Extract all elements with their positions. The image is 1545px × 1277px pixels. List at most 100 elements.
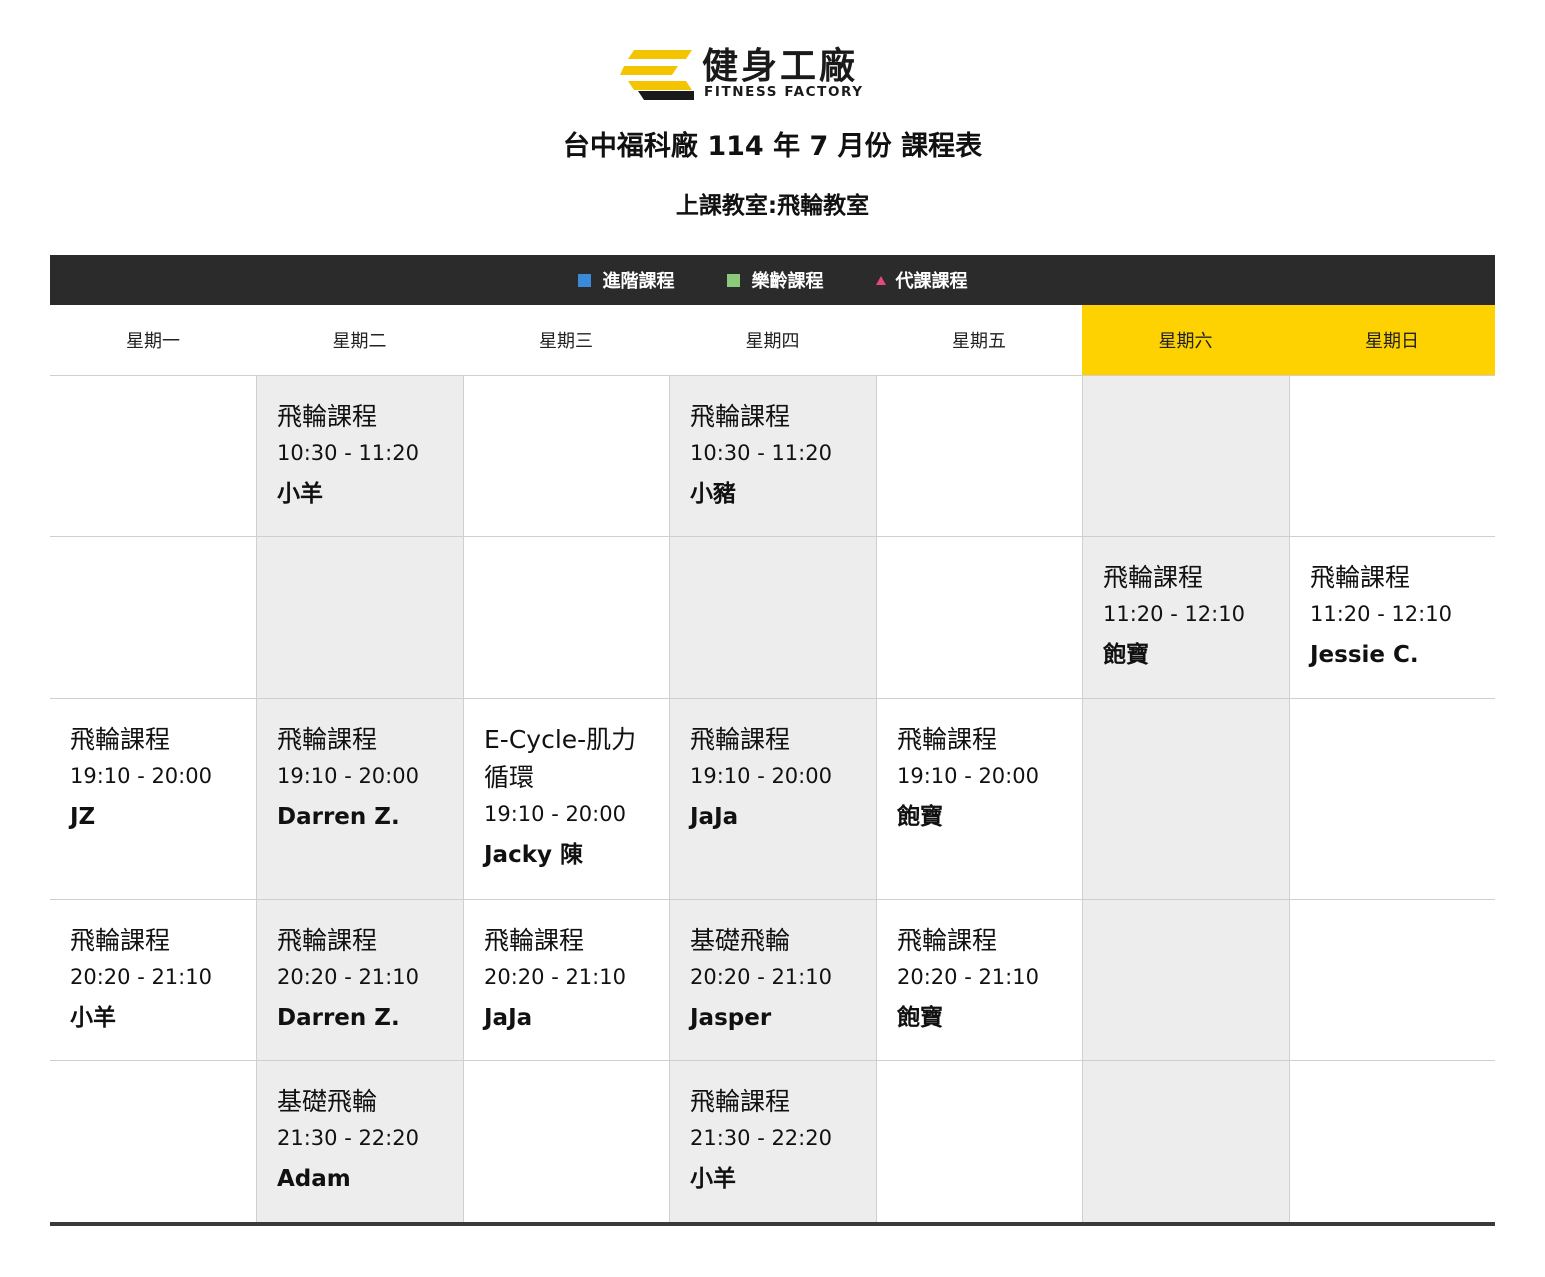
empty-slot <box>669 537 876 698</box>
class-slot[interactable]: 飛輪課程 19:10 - 20:00 飽寶 <box>876 699 1082 899</box>
day-header-4: 星期四 <box>745 331 800 352</box>
pink-triangle-icon <box>875 275 886 285</box>
class-time: 20:20 - 21:10 <box>70 965 212 989</box>
class-time: 11:20 - 12:10 <box>1310 602 1452 626</box>
class-teacher: JZ <box>70 804 96 830</box>
class-time: 11:20 - 12:10 <box>1103 602 1245 626</box>
class-slot[interactable]: 飛輪課程 19:10 - 20:00 JZ <box>50 699 256 899</box>
empty-slot <box>1289 1061 1495 1222</box>
class-name: 飛輪課程 <box>277 402 378 431</box>
class-time: 20:20 - 21:10 <box>484 965 626 989</box>
class-slot[interactable]: 飛輪課程 10:30 - 11:20 小豬 <box>669 376 876 536</box>
legend-substitute: 代課課程 <box>875 267 968 293</box>
class-teacher: 小豬 <box>690 481 736 507</box>
empty-slot <box>876 1061 1082 1222</box>
class-time: 10:30 - 11:20 <box>690 441 832 465</box>
class-slot[interactable]: 飛輪課程 20:20 - 21:10 Darren Z. <box>256 900 463 1060</box>
empty-slot <box>1289 376 1495 536</box>
brand-logo: 健身工廠 FITNESS FACTORY <box>620 46 930 106</box>
brand-name-en: FITNESS FACTORY <box>704 84 864 100</box>
class-time: 21:30 - 22:20 <box>690 1126 832 1150</box>
empty-slot <box>463 1061 669 1222</box>
empty-slot <box>463 376 669 536</box>
fitness-factory-logo-icon <box>620 50 694 100</box>
schedule-row: 飛輪課程 11:20 - 12:10 飽寶 飛輪課程 11:20 - 12:10 Jess… <box>50 537 1495 699</box>
class-time: 19:10 - 20:00 <box>70 764 212 788</box>
class-time: 19:10 - 20:00 <box>277 764 419 788</box>
class-slot[interactable]: 飛輪課程 11:20 - 12:10 Jessie C. <box>1289 537 1495 698</box>
class-name: 飛輪課程 <box>897 926 998 955</box>
class-name: E-Cycle-肌力循環 <box>484 725 637 792</box>
class-slot[interactable]: 飛輪課程 21:30 - 22:20 小羊 <box>669 1061 876 1222</box>
class-slot[interactable]: 飛輪課程 20:20 - 21:10 JaJa <box>463 900 669 1060</box>
schedule-row: 基礎飛輪 21:30 - 22:20 Adam 飛輪課程 21:30 - 22:20 小羊 <box>50 1061 1495 1222</box>
class-name: 飛輪課程 <box>690 402 791 431</box>
schedule-row: 飛輪課程 20:20 - 21:10 小羊 飛輪課程 20:20 - 21:10 Darr… <box>50 900 1495 1061</box>
empty-slot <box>1082 699 1289 899</box>
day-header-1: 星期一 <box>126 331 180 352</box>
class-slot[interactable]: 飛輪課程 20:20 - 21:10 飽寶 <box>876 900 1082 1060</box>
class-slot[interactable]: 基礎飛輪 20:20 - 21:10 Jasper <box>669 900 876 1060</box>
schedule-grid: 飛輪課程 10:30 - 11:20 小羊 飛輪課程 10:30 - 11:20 小豬 飛輪… <box>50 376 1495 1226</box>
class-teacher: Jessie C. <box>1310 642 1419 668</box>
class-name: 飛輪課程 <box>484 926 585 955</box>
empty-slot <box>1289 699 1495 899</box>
class-teacher: 飽寶 <box>897 804 943 830</box>
class-slot[interactable]: E-Cycle-肌力循環 19:10 - 20:00 Jacky 陳 <box>463 699 669 899</box>
class-time: 21:30 - 22:20 <box>277 1126 419 1150</box>
class-name: 飛輪課程 <box>1310 563 1411 592</box>
class-slot[interactable]: 飛輪課程 10:30 - 11:20 小羊 <box>256 376 463 536</box>
class-time: 20:20 - 21:10 <box>277 965 419 989</box>
class-time: 20:20 - 21:10 <box>897 965 1039 989</box>
class-teacher: Jacky 陳 <box>484 842 584 868</box>
empty-slot <box>876 376 1082 536</box>
class-teacher: 小羊 <box>690 1166 736 1192</box>
legend-label: 代課課程 <box>895 271 968 292</box>
class-slot[interactable]: 飛輪課程 19:10 - 20:00 Darren Z. <box>256 699 463 899</box>
class-teacher: 小羊 <box>70 1005 116 1031</box>
class-name: 基礎飛輪 <box>277 1087 378 1116</box>
class-time: 19:10 - 20:00 <box>690 764 832 788</box>
schedule-row: 飛輪課程 19:10 - 20:00 JZ 飛輪課程 19:10 - 20:00 Darr… <box>50 699 1495 900</box>
class-teacher: Adam <box>277 1166 351 1192</box>
class-name: 基礎飛輪 <box>690 926 791 955</box>
schedule-row: 飛輪課程 10:30 - 11:20 小羊 飛輪課程 10:30 - 11:20 小豬 <box>50 376 1495 537</box>
class-name: 飛輪課程 <box>690 725 791 754</box>
class-time: 19:10 - 20:00 <box>897 764 1039 788</box>
class-slot[interactable]: 飛輪課程 19:10 - 20:00 JaJa <box>669 699 876 899</box>
empty-slot <box>1082 900 1289 1060</box>
class-slot[interactable]: 飛輪課程 11:20 - 12:10 飽寶 <box>1082 537 1289 698</box>
day-header-3: 星期三 <box>539 331 593 352</box>
class-time: 10:30 - 11:20 <box>277 441 419 465</box>
class-teacher: Jasper <box>690 1005 772 1031</box>
class-teacher: JaJa <box>690 804 739 830</box>
class-teacher: 飽寶 <box>1103 642 1149 668</box>
legend-label: 樂齡課程 <box>751 271 824 292</box>
legend-senior: 樂齡課程 <box>726 267 824 293</box>
empty-slot <box>876 537 1082 698</box>
class-name: 飛輪課程 <box>1103 563 1204 592</box>
day-header-7: 星期日 <box>1289 305 1495 375</box>
class-name: 飛輪課程 <box>690 1087 791 1116</box>
day-header-6: 星期六 <box>1082 305 1289 375</box>
empty-slot <box>1082 376 1289 536</box>
day-header-2: 星期二 <box>332 331 387 352</box>
class-name: 飛輪課程 <box>897 725 998 754</box>
class-teacher: 飽寶 <box>897 1005 943 1031</box>
brand-name-cn: 健身工廠 <box>702 46 859 87</box>
page-title: 台中福科廠 114 年 7 月份 課程表 <box>562 131 983 162</box>
empty-slot <box>256 537 463 698</box>
class-name: 飛輪課程 <box>277 926 378 955</box>
class-slot[interactable]: 飛輪課程 20:20 - 21:10 小羊 <box>50 900 256 1060</box>
empty-slot <box>50 1061 256 1222</box>
empty-slot <box>463 537 669 698</box>
legend-bar: 進階課程 樂齡課程 代課課程 <box>50 255 1495 305</box>
class-slot[interactable]: 基礎飛輪 21:30 - 22:20 Adam <box>256 1061 463 1222</box>
class-time: 20:20 - 21:10 <box>690 965 832 989</box>
empty-slot <box>50 537 256 698</box>
class-teacher: Darren Z. <box>277 804 400 830</box>
class-teacher: Darren Z. <box>277 1005 400 1031</box>
legend-advanced: 進階課程 <box>577 267 675 293</box>
empty-slot <box>1082 1061 1289 1222</box>
classroom-label: 上課教室:飛輪教室 <box>675 193 870 219</box>
